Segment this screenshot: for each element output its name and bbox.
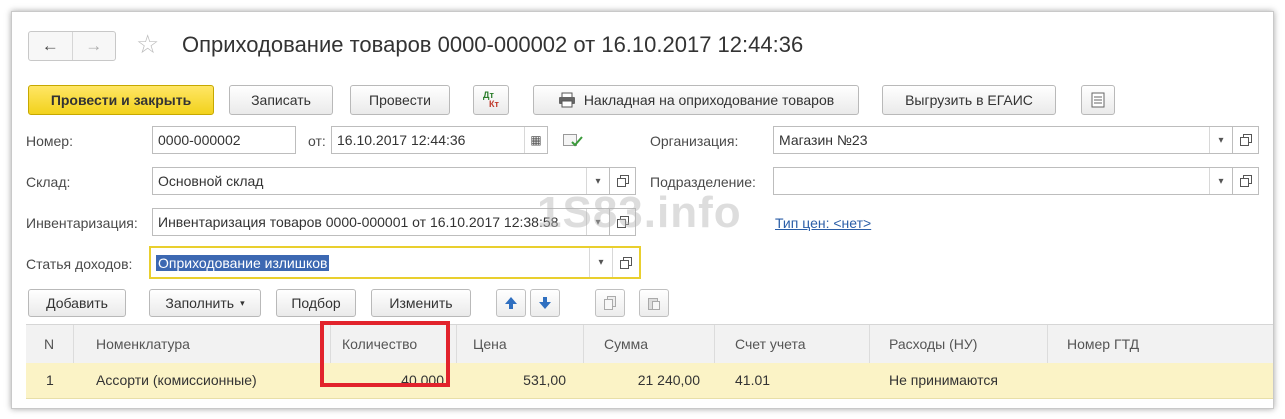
watermark: 1S83.info bbox=[537, 188, 742, 237]
income-item-field[interactable]: Оприходование излишков ▾ bbox=[149, 246, 641, 279]
inventory-value: Инвентаризация товаров 0000-000001 от 16… bbox=[158, 214, 559, 230]
price-type-link[interactable]: Тип цен: <нет> bbox=[775, 215, 871, 231]
fill-button[interactable]: Заполнить ▾ bbox=[149, 289, 261, 317]
organization-dropdown-icon[interactable]: ▾ bbox=[1209, 127, 1232, 153]
organization-field[interactable]: Магазин №23 ▾ bbox=[773, 126, 1233, 154]
cell-price[interactable]: 531,00 bbox=[457, 363, 584, 398]
number-field[interactable]: 0000-000002 bbox=[152, 126, 296, 154]
table-row[interactable]: 1 Ассорти (комиссионные) 40,000 531,00 2… bbox=[26, 363, 1273, 399]
edit-button[interactable]: Изменить bbox=[371, 289, 471, 317]
cell-expenses[interactable]: Не принимаются bbox=[870, 363, 1048, 398]
cell-gtd[interactable] bbox=[1048, 363, 1273, 398]
column-price[interactable]: Цена bbox=[457, 325, 584, 363]
post-button[interactable]: Провести bbox=[350, 85, 450, 115]
cell-sum[interactable]: 21 240,00 bbox=[584, 363, 715, 398]
chevron-down-icon: ▾ bbox=[240, 297, 245, 308]
column-expenses[interactable]: Расходы (НУ) bbox=[870, 325, 1048, 363]
calendar-icon[interactable]: ▦ bbox=[524, 127, 547, 153]
inventory-label: Инвентаризация: bbox=[26, 215, 138, 231]
income-item-dropdown-icon[interactable]: ▾ bbox=[589, 248, 612, 277]
arrow-up-icon bbox=[505, 297, 517, 309]
kt-text: Кт bbox=[489, 99, 499, 109]
pick-button[interactable]: Подбор bbox=[276, 289, 356, 317]
document-title: Оприходование товаров 0000-000002 от 16.… bbox=[182, 32, 804, 57]
print-invoice-button[interactable]: Накладная на оприходование товаров bbox=[533, 85, 859, 115]
column-gtd[interactable]: Номер ГТД bbox=[1048, 325, 1273, 363]
table-header: N Номенклатура Количество Цена Сумма Сче… bbox=[26, 324, 1273, 364]
move-up-button[interactable] bbox=[496, 289, 526, 317]
date-label: от: bbox=[308, 133, 326, 149]
warehouse-value: Основной склад bbox=[158, 173, 264, 189]
forward-button[interactable]: → bbox=[71, 32, 116, 60]
fill-label: Заполнить bbox=[165, 295, 235, 311]
income-item-open-icon[interactable] bbox=[612, 248, 639, 277]
date-value: 16.10.2017 12:44:36 bbox=[337, 132, 466, 148]
income-item-value: Оприходование излишков bbox=[156, 254, 330, 271]
column-n[interactable]: N bbox=[26, 325, 74, 363]
division-field[interactable]: ▾ bbox=[773, 167, 1233, 195]
printer-icon bbox=[558, 92, 575, 108]
division-dropdown-icon[interactable]: ▾ bbox=[1209, 168, 1232, 194]
cell-account[interactable]: 41.01 bbox=[715, 363, 870, 398]
paste-button[interactable] bbox=[639, 289, 669, 317]
organization-open-icon[interactable] bbox=[1233, 126, 1259, 154]
column-item[interactable]: Номенклатура bbox=[74, 325, 331, 363]
document-icon bbox=[1091, 92, 1105, 108]
organization-value: Магазин №23 bbox=[779, 132, 868, 148]
date-field[interactable]: 16.10.2017 12:44:36 ▦ bbox=[331, 126, 548, 154]
post-status-icon bbox=[563, 134, 583, 147]
back-button[interactable]: ← bbox=[29, 32, 72, 60]
organization-label: Организация: bbox=[650, 133, 739, 149]
paste-icon bbox=[648, 298, 660, 310]
income-item-label: Статья доходов: bbox=[26, 256, 133, 272]
move-down-button[interactable] bbox=[530, 289, 560, 317]
cell-item[interactable]: Ассорти (комиссионные) bbox=[74, 363, 331, 398]
goods-table: N Номенклатура Количество Цена Сумма Сче… bbox=[26, 324, 1273, 408]
copy-button[interactable] bbox=[595, 289, 625, 317]
number-value: 0000-000002 bbox=[158, 132, 241, 148]
star-icon[interactable]: ☆ bbox=[136, 30, 159, 58]
post-and-close-button[interactable]: Провести и закрыть bbox=[28, 85, 214, 115]
document-window: ← → ☆ Оприходование товаров 0000-000002 … bbox=[11, 11, 1274, 409]
copy-icon bbox=[604, 296, 616, 310]
print-invoice-label: Накладная на оприходование товаров bbox=[583, 92, 835, 108]
egais-upload-button[interactable]: Выгрузить в ЕГАИС bbox=[882, 85, 1056, 115]
column-sum[interactable]: Сумма bbox=[584, 325, 715, 363]
dt-kt-button[interactable]: Дт Кт bbox=[473, 85, 509, 115]
add-row-button[interactable]: Добавить bbox=[28, 289, 126, 317]
warehouse-label: Склад: bbox=[26, 174, 71, 190]
cell-n[interactable]: 1 bbox=[26, 363, 74, 398]
quantity-highlight-box bbox=[320, 321, 450, 387]
save-button[interactable]: Записать bbox=[229, 85, 333, 115]
column-account[interactable]: Счет учета bbox=[715, 325, 870, 363]
report-button[interactable] bbox=[1081, 85, 1115, 115]
dt-kt-icon: Дт Кт bbox=[483, 91, 499, 109]
arrow-down-icon bbox=[539, 297, 551, 309]
division-open-icon[interactable] bbox=[1233, 167, 1259, 195]
navigation-buttons: ← → bbox=[28, 31, 116, 61]
income-item-value-wrap: Оприходование излишков bbox=[151, 254, 589, 271]
number-label: Номер: bbox=[26, 133, 73, 149]
